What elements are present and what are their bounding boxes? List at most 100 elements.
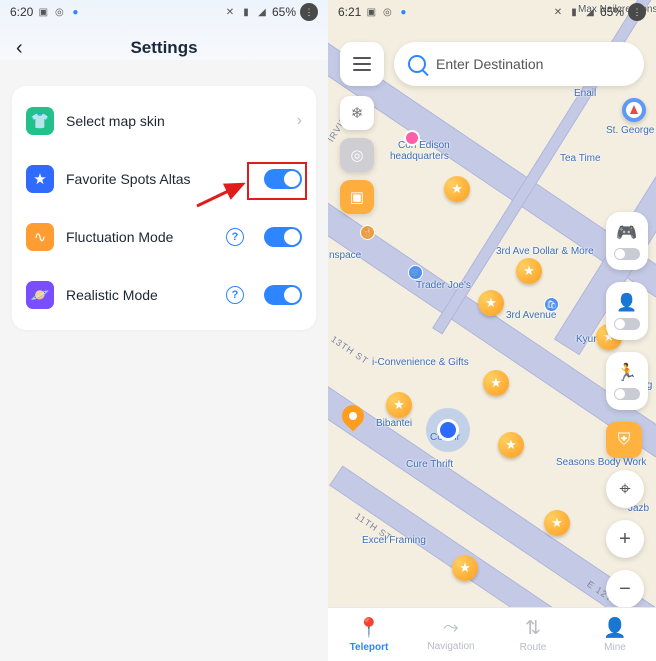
run-icon: 🏃 <box>616 363 637 383</box>
search-icon <box>408 55 426 73</box>
teleport-icon: 📍 <box>357 616 381 640</box>
realistic-help[interactable]: ? <box>226 286 244 304</box>
pin-status-icon: ● <box>397 6 409 18</box>
nav-route-label: Route <box>520 642 547 653</box>
search-placeholder: Enter Destination <box>436 56 543 72</box>
location-tool-button[interactable]: ◎ <box>340 138 374 172</box>
pin-status-icon: ● <box>69 6 81 18</box>
realistic-label: Realistic Mode <box>66 287 214 303</box>
avatar-tool[interactable]: 👤 <box>606 282 648 340</box>
pink-pin-icon[interactable] <box>404 130 420 146</box>
poi-3rdavedollar: 3rd Ave Dollar & More <box>496 246 594 257</box>
favorite-star-8[interactable]: ★ <box>544 510 570 536</box>
favorite-star-7[interactable]: ★ <box>498 432 524 458</box>
nav-navigation[interactable]: ⤳ Navigation <box>410 608 492 661</box>
compass-button[interactable] <box>622 98 646 122</box>
favorite-star-2[interactable]: ★ <box>516 258 542 284</box>
row-map-skin[interactable]: 👕 Select map skin › <box>26 92 302 150</box>
row-realistic[interactable]: 🪐 Realistic Mode ? <box>26 266 302 324</box>
status-bar-left: 6:20 ▣ ◎ ● ✕ ▮ ◢ 65% ⋮ <box>0 0 328 24</box>
hamburger-icon <box>353 63 371 65</box>
run-tool[interactable]: 🏃 <box>606 352 648 410</box>
food-poi-icon[interactable]: 🍴 <box>360 225 375 240</box>
locate-me-button[interactable]: ⌖ <box>606 470 644 508</box>
left-tool-column: ❄ ◎ ▣ <box>340 96 374 214</box>
chevron-right-icon: › <box>297 112 302 130</box>
settings-screen: 6:20 ▣ ◎ ● ✕ ▮ ◢ 65% ⋮ ‹ Settings 👕 Sele… <box>0 0 328 661</box>
nav-route[interactable]: ⇅ Route <box>492 608 574 661</box>
settings-header: ‹ Settings <box>0 24 328 72</box>
right-tool-column: 🎮 👤 🏃 ⛨ ⌖ + − <box>606 212 648 608</box>
favorite-toggle[interactable] <box>264 169 302 189</box>
poi-excel: Excel Framing <box>362 535 426 546</box>
nav-mine-label: Mine <box>604 642 626 653</box>
fluctuation-label: Fluctuation Mode <box>66 229 214 245</box>
shield-icon: ⛨ <box>618 430 631 450</box>
snowflake-button[interactable]: ❄ <box>340 96 374 130</box>
poi-nspace: nspace <box>329 250 361 261</box>
folder-button[interactable]: ▣ <box>340 180 374 214</box>
zoom-out-button[interactable]: − <box>606 570 644 608</box>
crosshair-icon: ⌖ <box>619 478 630 501</box>
poi-iconvenience: i-Convenience & Gifts <box>372 357 469 368</box>
status-bar-right: 6:21 ▣ ◎ ● ✕ ▮ ◢ 65% ⋮ <box>328 0 656 24</box>
joystick-toggle[interactable] <box>614 248 640 260</box>
favorite-star-1[interactable]: ★ <box>444 176 470 202</box>
map-skin-label: Select map skin <box>66 113 285 129</box>
shop-poi-icon[interactable]: 🛒 <box>408 265 423 280</box>
nav-teleport-label: Teleport <box>350 642 389 653</box>
poi-teatime: Tea Time <box>560 153 601 164</box>
zoom-in-button[interactable]: + <box>606 520 644 558</box>
poi-traderjoes: Trader Joe's <box>416 280 471 291</box>
bottom-nav: 📍 Teleport ⤳ Navigation ⇅ Route 👤 Mine <box>328 607 656 661</box>
run-toggle[interactable] <box>614 388 640 400</box>
realistic-toggle[interactable] <box>264 285 302 305</box>
tshirt-icon: 👕 <box>26 107 54 135</box>
poi-curethrift: Cure Thrift <box>406 459 453 470</box>
location-status-icon: ◎ <box>53 6 65 18</box>
fluctuation-help[interactable]: ? <box>226 228 244 246</box>
favorite-star-3[interactable]: ★ <box>478 290 504 316</box>
avatar-toggle[interactable] <box>614 318 640 330</box>
joystick-tool[interactable]: 🎮 <box>606 212 648 270</box>
status-battery-right: 65% <box>600 5 624 19</box>
mute-icon: ✕ <box>552 6 564 18</box>
map-screen: 13TH ST 11TH ST E 12TH ST IRVIN Enail St… <box>328 0 656 661</box>
route-icon: ⇅ <box>525 617 541 640</box>
shop-poi-icon-2[interactable]: 🛍 <box>544 297 559 312</box>
row-fluctuation[interactable]: ∿ Fluctuation Mode ? <box>26 208 302 266</box>
menu-button[interactable] <box>340 42 384 86</box>
shield-button[interactable]: ⛨ <box>606 422 642 458</box>
star-book-icon: ★ <box>26 165 54 193</box>
signal-icon: ◢ <box>584 6 596 18</box>
back-button[interactable]: ‹ <box>16 37 36 60</box>
plus-icon: + <box>619 528 631 551</box>
street-13th: 13TH ST <box>329 334 370 366</box>
nav-navigation-label: Navigation <box>427 641 474 652</box>
planet-icon: 🪐 <box>26 281 54 309</box>
wifi-icon: ▮ <box>240 6 252 18</box>
nav-mine[interactable]: 👤 Mine <box>574 608 656 661</box>
status-badge-icon: ⋮ <box>628 3 646 21</box>
person-icon: 👤 <box>616 293 637 313</box>
status-time-right: 6:21 <box>338 5 361 19</box>
settings-card: 👕 Select map skin › ★ Favorite Spots Alt… <box>12 86 316 330</box>
poi-conedison2: headquarters <box>390 151 449 162</box>
favorite-star-6[interactable]: ★ <box>386 392 412 418</box>
current-location-dot <box>426 408 470 452</box>
poi-stgeorge: St. George <box>606 125 654 136</box>
settings-title: Settings <box>36 38 292 58</box>
location-status-icon: ◎ <box>381 6 393 18</box>
poi-bibantei: Bibantei <box>376 418 412 429</box>
nav-teleport[interactable]: 📍 Teleport <box>328 608 410 661</box>
poi-enail: Enail <box>574 88 596 99</box>
search-input[interactable]: Enter Destination <box>394 42 644 86</box>
image-icon: ▣ <box>37 6 49 18</box>
search-row: Enter Destination <box>340 42 644 86</box>
favorite-star-9[interactable]: ★ <box>452 555 478 581</box>
fluctuation-toggle[interactable] <box>264 227 302 247</box>
row-favorite-spots[interactable]: ★ Favorite Spots Altas <box>26 150 302 208</box>
navigation-icon: ⤳ <box>443 617 458 639</box>
favorite-star-5[interactable]: ★ <box>483 370 509 396</box>
location-pin-icon[interactable] <box>342 405 364 433</box>
